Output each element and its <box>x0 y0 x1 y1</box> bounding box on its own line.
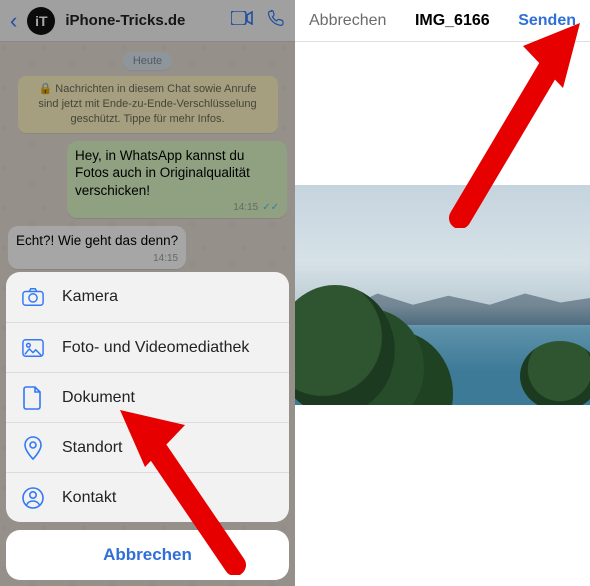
doc-send-button[interactable]: Senden <box>518 12 576 30</box>
sheet-cancel-label: Abbrechen <box>103 545 192 565</box>
whatsapp-chat-screen: ‹ iT iPhone-Tricks.de Heute 🔒Nachrichten… <box>0 0 295 586</box>
sheet-item-label: Standort <box>62 439 122 457</box>
camera-icon <box>22 287 44 307</box>
gallery-icon <box>22 338 44 358</box>
doc-title: IMG_6166 <box>415 12 490 30</box>
location-icon <box>22 436 44 460</box>
action-sheet-group: Kamera Foto- und Videomediathek Dokument… <box>6 272 289 522</box>
document-send-screen: Abbrechen IMG_6166 Senden <box>295 0 590 586</box>
sheet-item-document[interactable]: Dokument <box>6 372 289 422</box>
attachment-action-sheet: Kamera Foto- und Videomediathek Dokument… <box>6 272 289 580</box>
sheet-item-camera[interactable]: Kamera <box>6 272 289 322</box>
sheet-item-label: Kontakt <box>62 489 116 507</box>
sheet-item-label: Kamera <box>62 288 118 306</box>
sheet-item-label: Dokument <box>62 389 135 407</box>
image-preview[interactable] <box>295 185 590 405</box>
sheet-cancel-button[interactable]: Abbrechen <box>6 530 289 580</box>
doc-header: Abbrechen IMG_6166 Senden <box>295 0 590 42</box>
sheet-item-contact[interactable]: Kontakt <box>6 472 289 522</box>
sheet-item-location[interactable]: Standort <box>6 422 289 472</box>
contact-icon <box>22 487 44 509</box>
sheet-item-label: Foto- und Videomediathek <box>62 339 249 357</box>
sheet-item-gallery[interactable]: Foto- und Videomediathek <box>6 322 289 372</box>
document-icon <box>22 386 44 410</box>
doc-cancel-button[interactable]: Abbrechen <box>309 12 386 30</box>
